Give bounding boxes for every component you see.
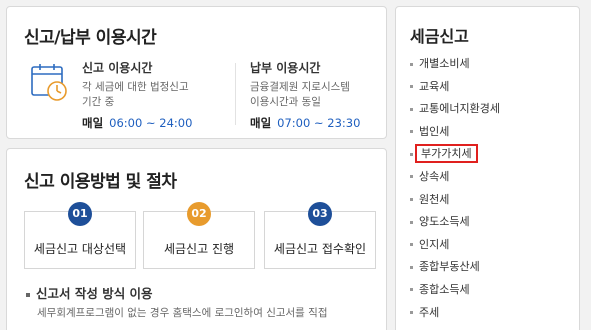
step-select-target[interactable]: 01 세금신고 대상선택	[24, 202, 136, 269]
step-confirm-receipt[interactable]: 03 세금신고 접수확인	[264, 202, 376, 269]
step-label: 세금신고 대상선택	[33, 242, 127, 256]
tax-item[interactable]: 종합부동산세	[410, 258, 500, 281]
clock-calendar-icon	[31, 64, 67, 101]
payment-hours-desc-1: 금융결제원 지로시스템	[250, 81, 350, 93]
procedure-title: 신고 이용방법 및 절차	[24, 172, 177, 192]
step-number-badge: 02	[187, 202, 211, 226]
report-hours-range: 06:00 ~ 24:00	[109, 116, 193, 130]
bullet-icon	[410, 152, 413, 156]
payment-hours-title: 납부 이용시간	[250, 61, 321, 75]
tax-item-label: 개별소비세	[419, 57, 470, 70]
hours-card: 신고/납부 이용시간 신고 이용시간 각 세금에 대한 법정신고 기간 중 매일…	[6, 6, 387, 139]
tax-item[interactable]: 교통에너지환경세	[410, 100, 500, 123]
form-method-desc: 세무회계프로그램이 없는 경우 홈택스에 로그인하여 신고서를 직접	[37, 307, 328, 319]
tax-item[interactable]: 인지세	[410, 236, 500, 259]
tax-report-title: 세금신고	[410, 27, 469, 46]
bullet-icon	[410, 311, 413, 315]
tax-item[interactable]: 종합소득세	[410, 281, 500, 304]
form-method-heading: 신고서 작성 방식 이용	[26, 283, 153, 302]
report-hours-title: 신고 이용시간	[82, 61, 153, 75]
tax-item[interactable]: 상속세	[410, 168, 500, 191]
bullet-icon	[410, 220, 413, 224]
report-hours: 신고 이용시간 각 세금에 대한 법정신고 기간 중 매일 06:00 ~ 24:…	[82, 59, 232, 131]
tax-item[interactable]: 주세	[410, 304, 500, 327]
tax-item[interactable]: 부가가치세	[410, 144, 500, 168]
step-label: 세금신고 진행	[163, 242, 235, 256]
tax-item-label: 주세	[419, 305, 440, 319]
procedure-card: 신고 이용방법 및 절차 01 세금신고 대상선택 02 세금신고 진행 03 …	[6, 148, 387, 330]
step-number-badge: 03	[308, 202, 332, 226]
bullet-icon	[410, 175, 413, 179]
step-proceed[interactable]: 02 세금신고 진행	[143, 202, 255, 269]
tax-item-label: 법인세	[419, 124, 450, 138]
hours-title: 신고/납부 이용시간	[24, 28, 157, 48]
step-number-badge: 01	[68, 202, 92, 226]
tax-report-card: 세금신고 개별소비세교육세교통에너지환경세법인세부가가치세상속세원천세양도소득세…	[395, 6, 580, 330]
tax-item-label: 원천세	[419, 192, 450, 206]
tax-item-label: 종합소득세	[419, 282, 470, 296]
bullet-icon	[410, 85, 413, 89]
tax-item-label: 양도소득세	[419, 215, 470, 229]
report-hours-desc-1: 각 세금에 대한 법정신고	[82, 81, 189, 93]
tax-item-label: 종합부동산세	[419, 260, 480, 274]
report-hours-desc-2: 기간 중	[82, 96, 115, 108]
bullet-icon	[410, 107, 413, 111]
bullet-icon	[410, 198, 413, 202]
bullet-icon	[410, 288, 413, 292]
payment-hours-day: 매일	[250, 116, 272, 130]
tax-item[interactable]: 개별소비세	[410, 55, 500, 78]
bullet-icon	[410, 62, 413, 66]
bullet-icon	[410, 265, 413, 269]
tax-item[interactable]: 양도소득세	[410, 213, 500, 236]
tax-item[interactable]: 원천세	[410, 191, 500, 214]
step-label: 세금신고 접수확인	[273, 242, 367, 256]
bullet-icon	[410, 243, 413, 247]
tax-list: 개별소비세교육세교통에너지환경세법인세부가가치세상속세원천세양도소득세인지세종합…	[410, 55, 500, 326]
payment-hours: 납부 이용시간 금융결제원 지로시스템 이용시간과 동일 매일 07:00 ~ 2…	[250, 59, 390, 131]
bullet-icon	[410, 130, 413, 134]
payment-hours-range: 07:00 ~ 23:30	[277, 116, 361, 130]
tax-item-label: 인지세	[419, 237, 450, 251]
tax-item[interactable]: 교육세	[410, 78, 500, 101]
tax-item-label: 교통에너지환경세	[419, 102, 500, 116]
tax-item-label: 교육세	[419, 79, 450, 93]
divider	[235, 63, 236, 125]
report-hours-day: 매일	[82, 116, 104, 130]
tax-item[interactable]: 법인세	[410, 123, 500, 146]
tax-item-label: 부가가치세	[415, 144, 478, 164]
tax-item-label: 상속세	[419, 169, 450, 183]
payment-hours-desc-2: 이용시간과 동일	[250, 96, 321, 108]
